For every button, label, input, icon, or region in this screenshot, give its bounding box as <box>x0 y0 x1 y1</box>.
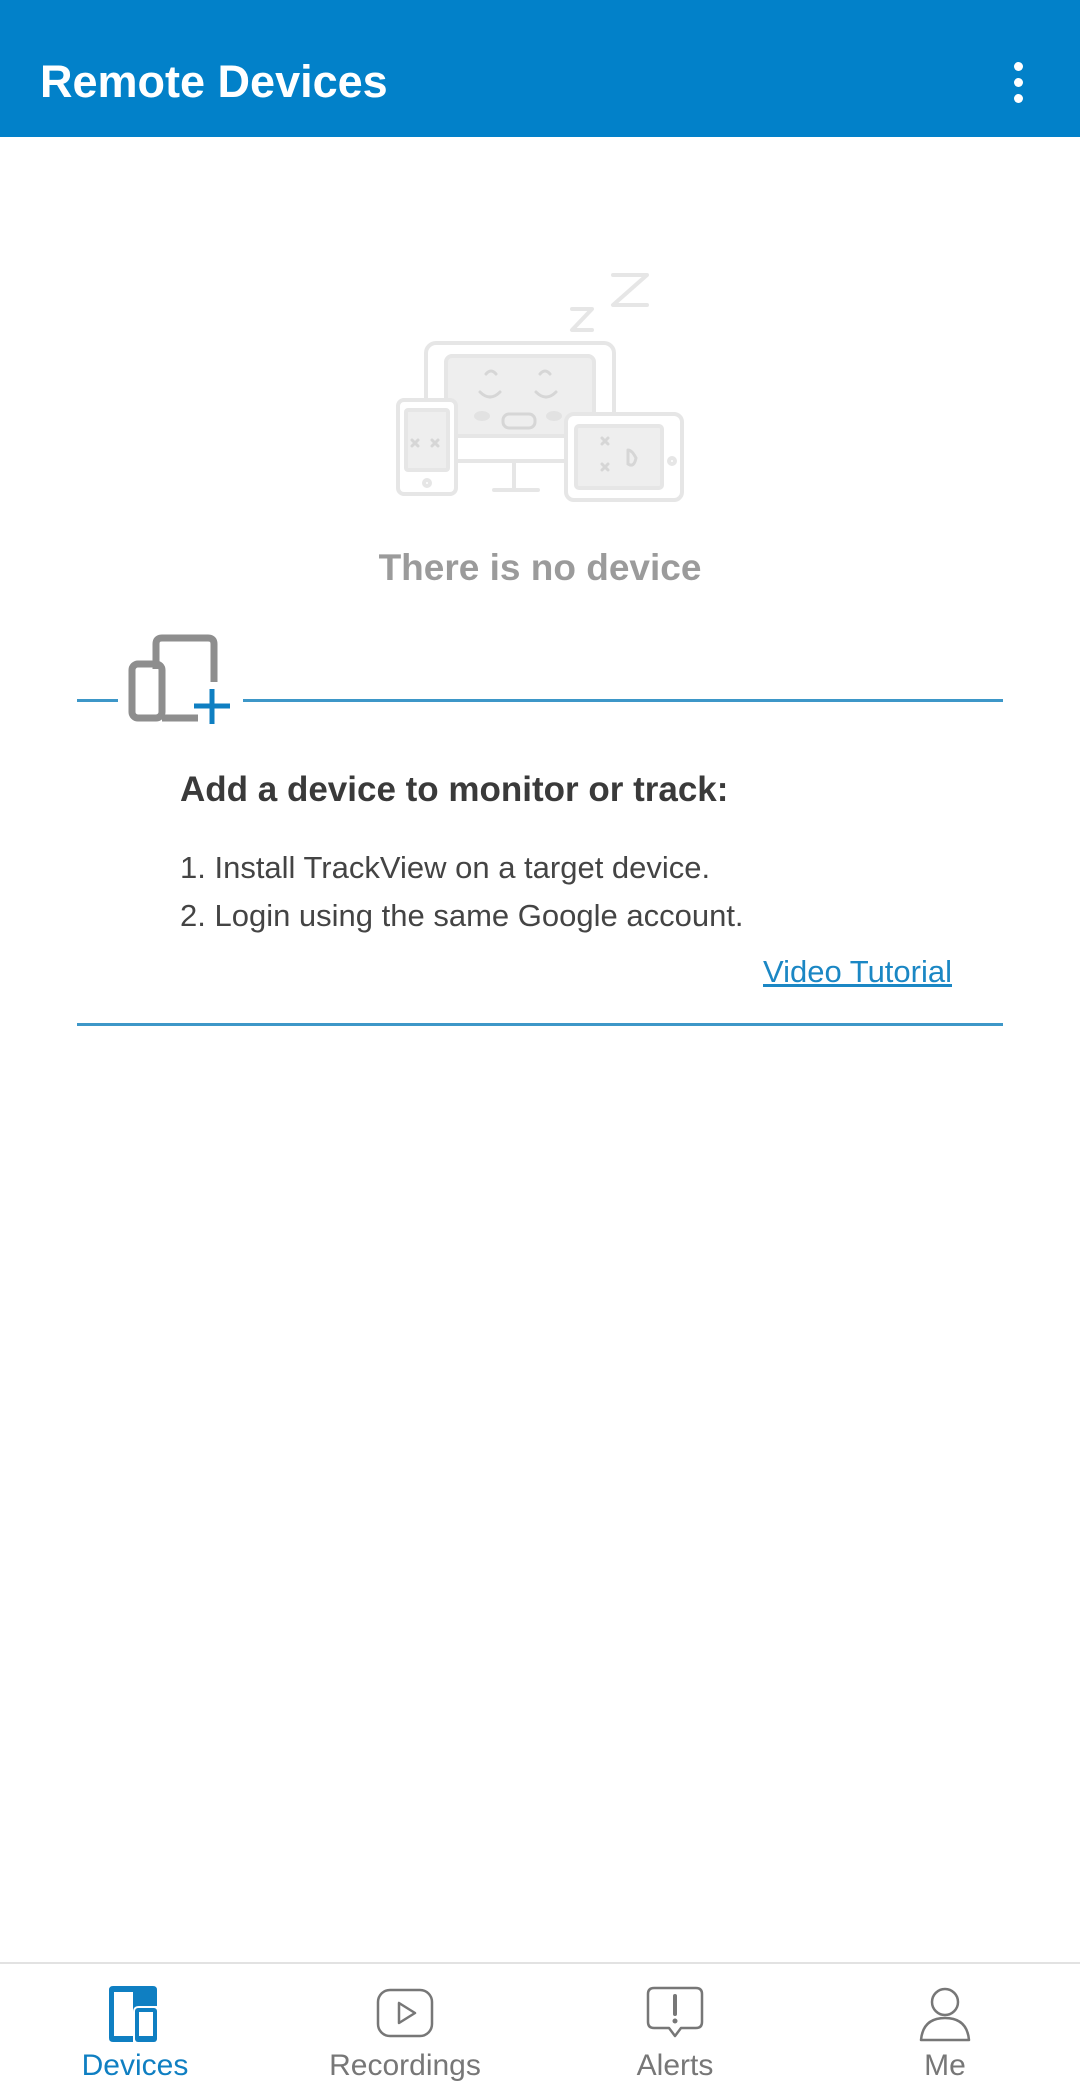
empty-state-message: There is no device <box>378 547 702 588</box>
nav-label: Me <box>924 2049 966 2082</box>
page-title: Remote Devices <box>40 56 388 107</box>
divider <box>77 699 118 702</box>
divider <box>77 1023 1003 1026</box>
nav-label: Devices <box>81 2049 189 2082</box>
alert-icon <box>646 1986 704 2038</box>
person-icon <box>919 1987 971 2042</box>
nav-recordings[interactable]: Recordings <box>270 1964 540 2090</box>
devices-icon <box>109 1986 157 2042</box>
add-device-icon <box>128 634 230 724</box>
sleeping-devices-illustration <box>396 273 684 502</box>
instruction-step: 2. Login using the same Google account. <box>180 898 744 933</box>
nav-devices[interactable]: Devices <box>0 1964 270 2090</box>
nav-alerts[interactable]: Alerts <box>540 1964 810 2090</box>
nav-label: Alerts <box>636 2049 714 2082</box>
play-icon <box>376 1988 434 2038</box>
bottom-navigation: Devices Recordings Alerts Me <box>0 1962 1080 2090</box>
nav-label: Recordings <box>329 2049 481 2082</box>
nav-me[interactable]: Me <box>810 1964 1080 2090</box>
divider <box>243 699 1003 702</box>
app-bar: Remote Devices <box>0 0 1080 137</box>
instruction-step: 1. Install TrackView on a target device. <box>180 850 711 885</box>
video-tutorial-link[interactable]: Video Tutorial <box>763 952 952 992</box>
more-vert-icon[interactable] <box>990 52 1046 112</box>
add-device-heading: Add a device to monitor or track: <box>180 770 729 809</box>
